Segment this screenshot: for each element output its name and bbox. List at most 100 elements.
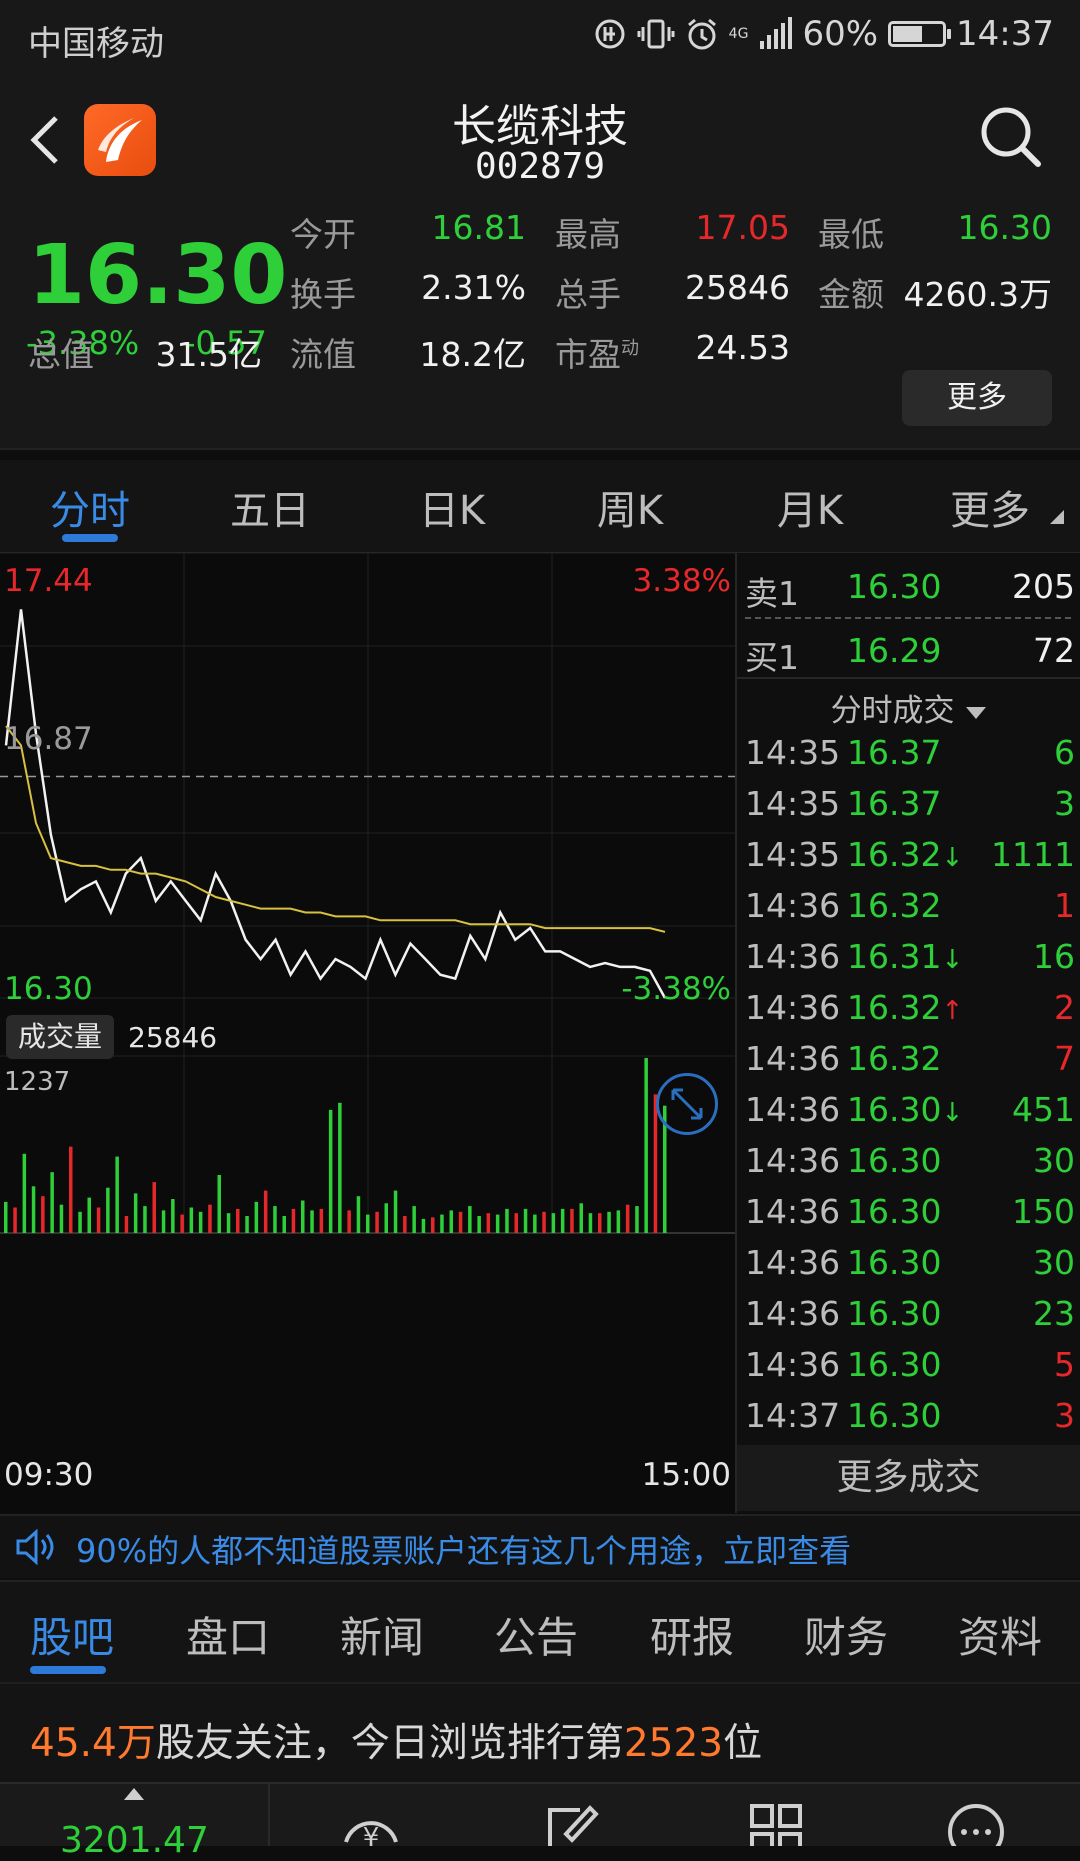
low-value: 16.30 <box>957 208 1052 247</box>
tab-news[interactable]: 新闻 <box>340 1604 424 1665</box>
carrier-name: 中国移动 <box>28 24 164 64</box>
volume-bar <box>598 1213 602 1233</box>
tab-daily-k[interactable]: 日K <box>392 478 512 536</box>
arrow-down-icon: ↓ <box>941 1098 964 1128</box>
volume-bar <box>514 1213 518 1233</box>
tab-profile[interactable]: 资料 <box>958 1604 1042 1665</box>
trade-price: 16.32 <box>847 886 942 925</box>
trade-header-text: 分时成交 <box>830 693 955 729</box>
more-corner-icon <box>1050 510 1064 524</box>
tab-finance[interactable]: 财务 <box>804 1604 888 1665</box>
total-volume-value: 25846 <box>685 268 790 307</box>
search-button[interactable] <box>976 102 1046 172</box>
volume-bar <box>579 1203 583 1233</box>
promo-banner[interactable]: 90%的人都不知道股票账户还有这几个用途，立即查看 <box>0 1514 1080 1578</box>
volume-bar <box>412 1206 416 1233</box>
arrow-down-icon: ↓ <box>941 945 964 975</box>
volume-label-chip[interactable]: 成交量 <box>6 1015 115 1059</box>
follow-text: 45.4万股友关注，今日浏览排行第2523位 <box>30 1712 762 1768</box>
svg-text:¥: ¥ <box>363 1823 380 1846</box>
volume-bar <box>421 1218 426 1233</box>
trade-price: 16.37 <box>847 733 942 772</box>
trade-volume: 7 <box>1054 1039 1075 1078</box>
trade-price: 16.30 <box>847 1141 942 1180</box>
grid-menu-icon[interactable] <box>748 1802 804 1846</box>
tab-weekly-k[interactable]: 周K <box>570 478 690 536</box>
volume-bar <box>254 1201 259 1233</box>
volume-bar <box>87 1197 91 1233</box>
trade-volume: 150 <box>1012 1192 1075 1231</box>
volume-bar <box>189 1207 194 1233</box>
volume-bar <box>69 1146 73 1233</box>
arrow-up-icon: ↑ <box>941 996 964 1026</box>
expand-chart-button[interactable] <box>656 1073 718 1135</box>
trade-icon[interactable]: ¥ <box>338 1802 404 1846</box>
volume-bar <box>458 1211 463 1233</box>
follow-text-b: 位 <box>723 1721 763 1766</box>
trade-list-header[interactable]: 分时成交 <box>737 685 1080 730</box>
edit-icon[interactable] <box>544 1802 600 1846</box>
trade-row: 14:36 16.32 7 <box>745 1039 1075 1081</box>
volume-bar <box>31 1186 36 1233</box>
volume-bar <box>560 1208 565 1233</box>
tab-order-depth[interactable]: 盘口 <box>186 1604 270 1665</box>
more-options-icon[interactable] <box>946 1802 1006 1846</box>
volume-bar <box>152 1182 156 1233</box>
header: 长缆科技 002879 <box>0 80 1080 190</box>
expand-icon <box>671 1088 703 1120</box>
prev-close-label: 16.87 <box>4 721 93 757</box>
trade-price: 16.30 <box>847 1396 942 1435</box>
bid-1-label: 买1 <box>745 638 799 677</box>
trade-time: 14:35 <box>745 835 841 874</box>
info-tab-indicator <box>30 1666 106 1674</box>
trade-time: 14:36 <box>745 1243 841 1282</box>
more-quote-button[interactable]: 更多 <box>902 370 1052 426</box>
trade-time: 14:36 <box>745 1294 841 1333</box>
volume-bar <box>115 1156 119 1233</box>
navbar-divider <box>268 1784 270 1846</box>
tab-monthly-k[interactable]: 月K <box>750 478 870 536</box>
intraday-chart[interactable]: 17.44 3.38% 16.87 16.30 -3.38% 成交量 25846… <box>0 552 735 1513</box>
volume-bar <box>22 1153 27 1233</box>
start-time-label: 09:30 <box>4 1457 94 1493</box>
info-tabs: 股吧 盘口 新闻 公告 研报 财务 资料 <box>0 1580 1080 1682</box>
high-value: 17.05 <box>695 208 790 247</box>
tab-research[interactable]: 研报 <box>650 1604 734 1665</box>
volume-bar <box>486 1213 491 1233</box>
tab-forum[interactable]: 股吧 <box>30 1604 114 1665</box>
volume-bar <box>328 1109 333 1233</box>
open-value: 16.81 <box>431 208 526 247</box>
market-index-value[interactable]: 3201.47 <box>60 1820 209 1861</box>
trade-time: 14:36 <box>745 1345 841 1384</box>
signal-bars-icon <box>758 17 793 51</box>
trade-volume: 2 <box>1054 988 1075 1027</box>
volume-bar <box>96 1207 101 1233</box>
volume-bar <box>570 1208 574 1233</box>
trade-time: 14:35 <box>745 733 841 772</box>
stock-name: 长缆科技 <box>452 101 628 152</box>
trade-time: 14:36 <box>745 1039 841 1078</box>
more-trades-button[interactable]: 更多成交 <box>737 1445 1080 1511</box>
pe-superscript: 动 <box>621 338 639 359</box>
trade-price: 16.32↑ <box>847 988 964 1027</box>
low-pct-label: -3.38% <box>621 971 731 1007</box>
volume-bar <box>208 1204 212 1233</box>
trade-price: 16.30 <box>847 1192 942 1231</box>
signal-type: 4G <box>728 26 749 42</box>
volume-bar <box>78 1211 82 1233</box>
bid-1-row: 买1 16.29 72 <box>745 631 1075 681</box>
amount-label: 金额 <box>818 275 884 314</box>
last-price: 16.30 <box>28 228 288 323</box>
tab-announcements[interactable]: 公告 <box>494 1604 578 1665</box>
tab-five-day[interactable]: 五日 <box>210 478 330 536</box>
trade-time: 14:36 <box>745 886 841 925</box>
trade-volume: 451 <box>1012 1090 1075 1129</box>
tab-intraday[interactable]: 分时 <box>30 478 150 536</box>
bid-1-volume: 72 <box>1033 631 1075 670</box>
volume-bar <box>143 1206 147 1233</box>
volume-bar <box>319 1208 324 1233</box>
bid-1-price: 16.29 <box>847 631 942 670</box>
volume-bar <box>133 1193 138 1233</box>
float-cap-label: 流值 <box>290 335 356 374</box>
tab-more[interactable]: 更多 <box>930 478 1050 536</box>
